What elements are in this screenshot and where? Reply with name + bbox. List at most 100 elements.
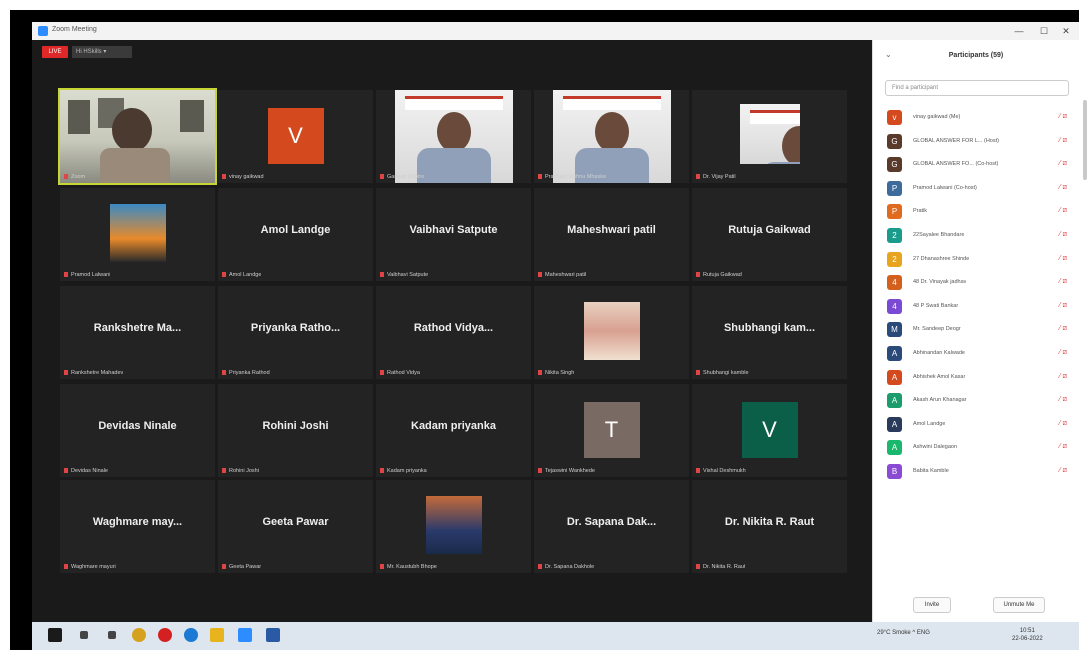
participant-row[interactable]: 4 48 Dr. Vinayak jadhav ⁄ ⧄	[885, 271, 1071, 295]
participant-video	[394, 90, 513, 183]
participant-tile[interactable]: Mr. Kaustubh Bhope	[376, 480, 531, 573]
muted-mic-icon	[222, 174, 226, 180]
participant-tile[interactable]: Amol Landge Amol Landge	[218, 188, 373, 281]
task-view-icon[interactable]	[108, 631, 116, 639]
participant-name-caption: Dr. Sapana Dakhole	[538, 564, 594, 570]
participant-tile[interactable]: Nikita Singh	[534, 286, 689, 379]
participant-row[interactable]: 4 48 P Swati Bankar ⁄ ⧄	[885, 295, 1071, 319]
caption-text: Priyanka Rathod	[229, 370, 270, 376]
participant-tile[interactable]: Rankshetre Ma... Rankshetre Mahadev	[60, 286, 215, 379]
participant-row[interactable]: G GLOBAL ANSWER FOR L... (Host) ⁄ ⧄	[885, 130, 1071, 154]
chrome-icon[interactable]	[132, 628, 146, 642]
participant-tile[interactable]: Zoom	[58, 88, 217, 185]
participant-tile[interactable]: Dr. Nikita R. Raut Dr. Nikita R. Raut	[692, 480, 847, 573]
mic-video-muted-icon[interactable]: ⁄ ⧄	[1059, 302, 1067, 310]
taskbar-clock[interactable]: 10:51 22-06-2022	[1012, 627, 1043, 643]
participant-tile[interactable]: Devidas Ninale Devidas Ninale	[60, 384, 215, 477]
participant-row[interactable]: P Pramod Lalwani (Co-host) ⁄ ⧄	[885, 177, 1071, 201]
zoom-icon[interactable]	[238, 628, 252, 642]
mic-video-muted-icon[interactable]: ⁄ ⧄	[1059, 349, 1067, 357]
participant-tile[interactable]: Rohini Joshi Rohini Joshi	[218, 384, 373, 477]
caption-text: Dr. Sapana Dakhole	[545, 564, 595, 570]
participant-display-name: Dr. Sapana Dak...	[566, 516, 657, 528]
caption-text: Amol Landge	[229, 272, 262, 278]
edge-icon[interactable]	[184, 628, 198, 642]
participant-display-name: Shubhangi kam...	[723, 322, 816, 334]
participant-avatar: G	[887, 157, 902, 173]
participant-name-caption: Tejaswini Wankhede	[538, 468, 595, 474]
mic-video-muted-icon[interactable]: ⁄ ⧄	[1059, 396, 1067, 404]
search-icon[interactable]	[80, 631, 88, 639]
mic-video-muted-icon[interactable]: ⁄ ⧄	[1059, 467, 1067, 475]
participant-tile[interactable]: Shubhangi kam... Shubhangi kamble	[692, 286, 847, 379]
word-icon[interactable]	[266, 628, 280, 642]
mic-video-muted-icon[interactable]: ⁄ ⧄	[1059, 113, 1067, 121]
participant-row[interactable]: M Mr. Sandeep Deogr ⁄ ⧄	[885, 318, 1071, 342]
participant-tile[interactable]: V Vishal Deshmukh	[692, 384, 847, 477]
participant-row[interactable]: A Abhinandan Kalwade ⁄ ⧄	[885, 342, 1071, 366]
mic-video-muted-icon[interactable]: ⁄ ⧄	[1059, 325, 1067, 333]
mic-video-muted-icon[interactable]: ⁄ ⧄	[1059, 184, 1067, 192]
mic-video-muted-icon[interactable]: ⁄ ⧄	[1059, 231, 1067, 239]
participant-row[interactable]: A Ashwini Dalegaon ⁄ ⧄	[885, 436, 1071, 460]
participant-row[interactable]: P Pratik ⁄ ⧄	[885, 200, 1071, 224]
participant-tile[interactable]: Pramod Lalwani	[60, 188, 215, 281]
participant-row[interactable]: A Amol Landge ⁄ ⧄	[885, 413, 1071, 437]
participant-tile[interactable]: Waghmare may... Waghmare mayuri	[60, 480, 215, 573]
system-tray[interactable]: 29°C Smoke ^ ENG	[877, 630, 930, 636]
caption-text: Geeta Pawar	[229, 564, 262, 570]
mic-video-muted-icon[interactable]: ⁄ ⧄	[1059, 420, 1067, 428]
participant-name-caption: Dr. Nikita R. Raut	[696, 564, 745, 570]
mic-video-muted-icon[interactable]: ⁄ ⧄	[1059, 278, 1067, 286]
live-badge[interactable]: LIVE	[42, 46, 68, 58]
minimize-button[interactable]: —	[1007, 24, 1031, 38]
participant-name-caption: vinay gaikwad	[222, 174, 264, 180]
participant-tile[interactable]: Prashant Vishnu Mhaske	[534, 90, 689, 183]
participant-tile[interactable]: Dr. Vijay Patil	[692, 90, 847, 183]
participant-tile[interactable]: Maheshwari patil Maheshwari patil	[534, 188, 689, 281]
mic-video-muted-icon[interactable]: ⁄ ⧄	[1059, 443, 1067, 451]
mic-video-muted-icon[interactable]: ⁄ ⧄	[1059, 207, 1067, 215]
participant-name: GLOBAL ANSWER FOR L... (Host)	[913, 137, 999, 144]
participant-tile[interactable]: T Tejaswini Wankhede	[534, 384, 689, 477]
participant-tile[interactable]: Ganesh Dhotre	[376, 90, 531, 183]
participant-tile[interactable]: Rutuja Gaikwad Rutuja Gaikwad	[692, 188, 847, 281]
participant-name: Abhinandan Kalwade	[913, 349, 965, 356]
participant-row[interactable]: A Akash Arun Khanagar ⁄ ⧄	[885, 389, 1071, 413]
participant-row[interactable]: 2 22Sayalee Bhandare ⁄ ⧄	[885, 224, 1071, 248]
unmute-me-button[interactable]: Unmute Me	[993, 597, 1045, 613]
mic-video-muted-icon[interactable]: ⁄ ⧄	[1059, 160, 1067, 168]
participant-name-caption: Priyanka Rathod	[222, 370, 270, 376]
stream-dropdown[interactable]: Hi HSkills ▾	[72, 46, 132, 58]
invite-button[interactable]: Invite	[913, 597, 951, 613]
caption-text: vinay gaikwad	[229, 174, 264, 180]
participant-list-scrollbar[interactable]	[1083, 100, 1087, 180]
participant-avatar: 2	[887, 251, 902, 267]
participant-photo	[583, 302, 640, 360]
mic-video-muted-icon[interactable]: ⁄ ⧄	[1059, 137, 1067, 145]
participant-search-input[interactable]: Find a participant	[885, 80, 1069, 96]
participant-row[interactable]: A Abhishek Amol Kasar ⁄ ⧄	[885, 366, 1071, 390]
participant-display-name: Rankshetre Ma...	[93, 322, 182, 334]
participant-tile[interactable]: Priyanka Ratho... Priyanka Rathod	[218, 286, 373, 379]
participant-tile[interactable]: Kadam priyanka Kadam priyanka	[376, 384, 531, 477]
participant-row[interactable]: G GLOBAL ANSWER FO... (Co-host) ⁄ ⧄	[885, 153, 1071, 177]
participant-row[interactable]: 2 27 Dhanashree Shinde ⁄ ⧄	[885, 248, 1071, 272]
participant-tile[interactable]: Dr. Sapana Dak... Dr. Sapana Dakhole	[534, 480, 689, 573]
participant-tile[interactable]: Vvinay gaikwad	[218, 90, 373, 183]
participant-tile[interactable]: Vaibhavi Satpute Vaibhavi Satpute	[376, 188, 531, 281]
start-icon[interactable]	[48, 628, 62, 642]
opera-icon[interactable]	[158, 628, 172, 642]
maximize-button[interactable]: ☐	[1032, 24, 1056, 38]
close-button[interactable]: ✕	[1054, 24, 1078, 38]
participant-name: Akash Arun Khanagar	[913, 397, 967, 404]
participant-row[interactable]: B Babita Kamble ⁄ ⧄	[885, 460, 1071, 484]
mic-video-muted-icon[interactable]: ⁄ ⧄	[1059, 255, 1067, 263]
participant-tile[interactable]: Geeta Pawar Geeta Pawar	[218, 480, 373, 573]
participant-tile[interactable]: Rathod Vidya... Rathod Vidya	[376, 286, 531, 379]
participant-row[interactable]: v vinay gaikwad (Me) ⁄ ⧄	[885, 106, 1071, 130]
caption-text: Kadam priyanka	[387, 468, 427, 474]
mic-video-muted-icon[interactable]: ⁄ ⧄	[1059, 373, 1067, 381]
muted-mic-icon	[380, 370, 384, 376]
explorer-icon[interactable]	[210, 628, 224, 642]
